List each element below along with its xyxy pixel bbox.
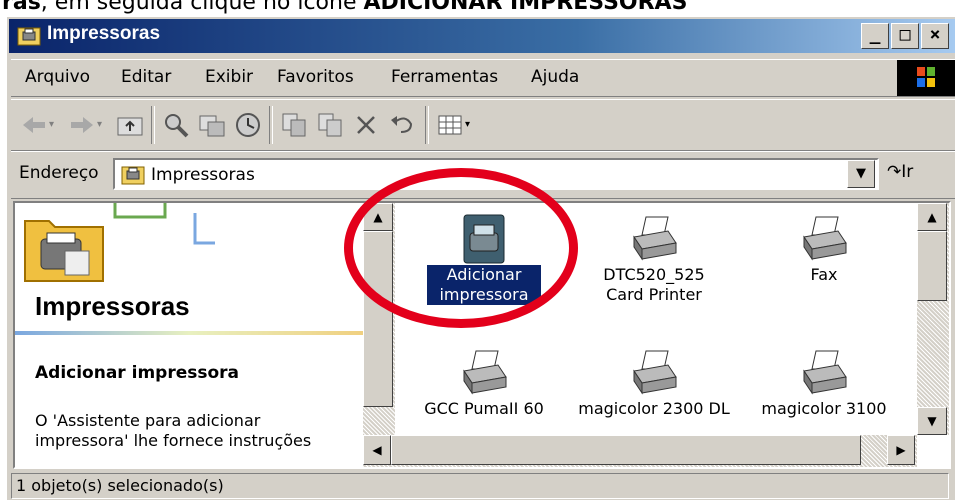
back-icon[interactable] <box>19 110 49 140</box>
maximize-button[interactable]: □ <box>891 23 919 49</box>
explorer-window: Impressoras _ □ × Arquivo Editar Exibir … <box>6 16 955 500</box>
add-printer-icon <box>463 214 505 264</box>
printer-item[interactable]: GCC PumaII 60 <box>399 347 569 419</box>
scroll-thumb[interactable] <box>391 435 861 465</box>
printers-folder-icon <box>121 166 145 185</box>
scroll-up-button[interactable]: ▲ <box>917 203 947 231</box>
printer-item-label: Fax <box>810 265 838 284</box>
printer-item[interactable]: Adicionar impressora <box>399 213 569 305</box>
status-bar: 1 objeto(s) selecionado(s) <box>11 473 949 499</box>
printer-icon <box>633 216 677 261</box>
content-pane: Impressoras Adicionar impressora O 'Assi… <box>13 201 951 469</box>
menu-arquivo[interactable]: Arquivo <box>25 67 90 87</box>
status-text: 1 objeto(s) selecionado(s) <box>11 473 949 499</box>
address-value: Impressoras <box>151 165 255 185</box>
scroll-left-button[interactable]: ◀ <box>363 435 391 465</box>
go-button[interactable]: ↷Ir <box>887 162 913 182</box>
forward-dropdown-icon[interactable]: ▾ <box>97 110 111 140</box>
folders-icon[interactable] <box>197 110 227 140</box>
window-title: Impressoras <box>47 23 161 44</box>
printer-item[interactable]: magicolor 3100 <box>739 347 909 419</box>
title-bar[interactable]: Impressoras _ □ × <box>9 19 955 53</box>
views-icon[interactable] <box>435 110 465 140</box>
pane-divider <box>15 331 363 335</box>
forward-icon[interactable] <box>67 110 97 140</box>
printer-list-horizontal-scrollbar[interactable]: ◀ ▶ <box>363 435 917 467</box>
address-label: Endereço <box>19 163 99 183</box>
menu-favoritos[interactable]: Favoritos <box>277 67 354 87</box>
toolbar-separator <box>269 106 273 144</box>
printer-list-vertical-scrollbar[interactable]: ▲ ▼ <box>917 203 949 435</box>
move-to-icon[interactable] <box>279 110 309 140</box>
toolbar-separator <box>151 106 155 144</box>
toolbar-separator <box>425 106 429 144</box>
delete-icon[interactable] <box>351 110 381 140</box>
printer-icon <box>633 350 677 395</box>
printer-list: Adicionar impressora DTC520_525 Card Pri… <box>395 203 915 435</box>
menu-ferramentas[interactable]: Ferramentas <box>391 67 498 87</box>
standard-toolbar: ▾ ▾ ▾ <box>11 99 955 151</box>
printers-folder-banner-icon <box>24 203 215 282</box>
undo-icon[interactable] <box>387 110 417 140</box>
back-dropdown-icon[interactable]: ▾ <box>49 110 63 140</box>
printer-icon <box>803 350 847 395</box>
pane-description: O 'Assistente para adicionar impressora'… <box>35 411 312 450</box>
scroll-thumb[interactable] <box>363 231 393 407</box>
printer-item[interactable]: magicolor 2300 DL <box>569 347 739 419</box>
instruction-caption: ras, em seguida clique no ícone ADICIONA… <box>0 0 955 16</box>
scroll-down-button[interactable]: ▼ <box>917 407 947 435</box>
menu-editar[interactable]: Editar <box>121 67 171 87</box>
windows-logo-icon <box>897 60 955 96</box>
address-bar: Endereço Impressoras ▼ ↷Ir <box>11 151 955 199</box>
printer-item-label: GCC PumaII 60 <box>424 399 544 418</box>
scroll-right-button[interactable]: ▶ <box>887 435 915 465</box>
printer-item-label: DTC520_525 Card Printer <box>603 265 705 304</box>
printer-item-label: magicolor 2300 DL <box>578 399 730 418</box>
printer-item-label: magicolor 3100 <box>761 399 887 418</box>
views-dropdown-icon[interactable]: ▾ <box>465 110 479 140</box>
address-field[interactable]: Impressoras <box>113 158 879 190</box>
pane-title: Impressoras <box>35 291 190 321</box>
printer-item-label: Adicionar impressora <box>427 265 541 305</box>
caption-emphasis: ADICIONAR IMPRESSORAS <box>363 0 688 15</box>
copy-to-icon[interactable] <box>315 110 345 140</box>
menu-ajuda[interactable]: Ajuda <box>531 67 579 87</box>
menu-bar: Arquivo Editar Exibir Favoritos Ferramen… <box>11 59 955 97</box>
printer-item[interactable]: Fax <box>739 213 909 285</box>
caption-middle: , em seguida clique no ícone <box>40 0 364 15</box>
caption-prefix: ras <box>2 0 41 15</box>
up-folder-icon[interactable] <box>115 110 145 140</box>
go-arrow-icon: ↷ <box>887 162 902 182</box>
scroll-up-button[interactable]: ▲ <box>363 203 393 231</box>
pane-subtitle: Adicionar impressora <box>35 363 240 383</box>
menu-exibir[interactable]: Exibir <box>205 67 253 87</box>
printer-item[interactable]: DTC520_525 Card Printer <box>569 213 739 305</box>
history-icon[interactable] <box>233 110 263 140</box>
minimize-button[interactable]: _ <box>861 23 889 49</box>
close-button[interactable]: × <box>921 23 949 49</box>
web-view-pane: Impressoras Adicionar impressora O 'Assi… <box>15 203 363 467</box>
left-pane-scrollbar[interactable]: ▲ ▼ <box>363 203 395 467</box>
fax-printer-icon <box>803 216 847 261</box>
go-label: Ir <box>901 162 914 182</box>
address-dropdown-button[interactable]: ▼ <box>847 160 875 188</box>
printers-folder-icon <box>17 27 41 46</box>
scroll-thumb[interactable] <box>917 231 947 301</box>
search-icon[interactable] <box>161 110 191 140</box>
printer-icon <box>463 350 507 395</box>
